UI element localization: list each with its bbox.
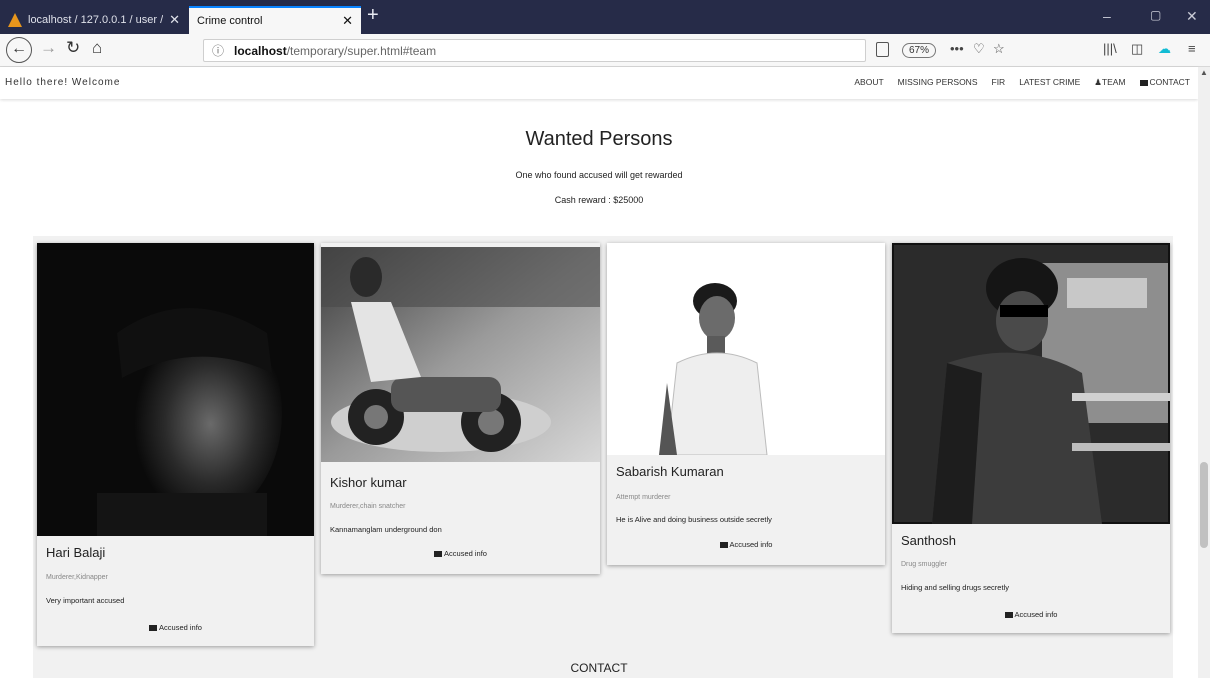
browser-nav-bar: ← → ↻ ⌂ ⓘ localhost /temporary/super.htm… [0, 34, 1210, 67]
person-role: Drug smuggler [901, 561, 947, 568]
portrait-image [37, 243, 314, 536]
zoom-level-badge[interactable]: 67% [902, 43, 937, 58]
tab-title: Crime control [197, 15, 263, 27]
site-info-icon[interactable]: ⓘ [212, 42, 224, 59]
reward-text: Cash reward : $25000 [554, 195, 644, 205]
person-photo [607, 243, 885, 455]
menu-item-about[interactable]: ABOUT [854, 77, 883, 88]
new-tab-button[interactable]: + [367, 4, 379, 27]
forward-button[interactable]: → [40, 38, 57, 58]
envelope-icon [434, 551, 443, 557]
contact-section-title: CONTACT [570, 661, 628, 675]
accused-info-link[interactable]: Accused info [607, 540, 885, 549]
page-actions-icon[interactable]: ••• [950, 41, 964, 56]
menu-item-latest-crime[interactable]: LATEST CRIME [1019, 77, 1080, 88]
scroll-up-arrow-icon[interactable]: ▲ [1200, 68, 1208, 77]
person-photo [37, 243, 314, 536]
menu-item-missing-persons[interactable]: MISSING PERSONS [898, 77, 978, 88]
site-brand[interactable]: Hello there! Welcome [5, 77, 120, 88]
portrait-image [607, 243, 885, 455]
menu-icon[interactable]: ≡ [1188, 41, 1196, 56]
person-role: Murderer,chain snatcher [330, 503, 406, 510]
maximize-button[interactable]: ▢ [1150, 8, 1161, 22]
site-header: Hello there! Welcome ABOUT MISSING PERSO… [0, 67, 1198, 99]
close-window-button[interactable]: ✕ [1186, 8, 1198, 25]
person-name: Hari Balaji [46, 545, 106, 560]
person-role: Attempt murderer [616, 494, 671, 501]
page-scrollbar[interactable] [1198, 67, 1210, 678]
reader-view-icon[interactable] [876, 42, 889, 57]
envelope-icon [1139, 80, 1148, 86]
accused-info-link[interactable]: Accused info [37, 623, 314, 632]
envelope-icon [719, 542, 728, 548]
person-card: Sabarish Kumaran Attempt murderer He is … [607, 243, 885, 565]
menu-item-label: TEAM [1101, 77, 1126, 87]
url-path: /temporary/super.html#team [286, 43, 437, 58]
close-tab-icon[interactable]: ✕ [342, 13, 353, 29]
scrollbar-thumb[interactable] [1200, 462, 1208, 548]
menu-item-team[interactable]: ♟TEAM [1094, 77, 1125, 88]
site-menu: ABOUT MISSING PERSONS FIR LATEST CRIME ♟… [854, 77, 1190, 88]
cloud-icon[interactable]: ☁ [1158, 41, 1171, 57]
person-description: He is Alive and doing business outside s… [616, 515, 772, 524]
accused-info-label: Accused info [444, 549, 487, 558]
person-name: Santhosh [901, 533, 956, 548]
person-card: Hari Balaji Murderer,Kidnapper Very impo… [37, 243, 314, 646]
person-role: Murderer,Kidnapper [46, 574, 108, 581]
person-name: Kishor kumar [330, 475, 407, 490]
person-card: Kishor kumar Murderer,chain snatcher Kan… [321, 243, 600, 574]
envelope-icon [149, 625, 158, 631]
tab-title: localhost / 127.0.0.1 / user / m [28, 14, 164, 26]
person-photo [321, 247, 600, 462]
menu-item-fir[interactable]: FIR [992, 77, 1006, 88]
accused-info-link[interactable]: Accused info [892, 610, 1170, 619]
section-title: Wanted Persons [525, 128, 673, 150]
back-button[interactable]: ← [6, 37, 32, 63]
accused-info-label: Accused info [159, 623, 202, 632]
sidebar-icon[interactable]: ◫ [1131, 41, 1143, 57]
url-bar[interactable]: ⓘ localhost /temporary/super.html#team [203, 39, 866, 62]
minimize-button[interactable]: – [1103, 8, 1111, 24]
person-description: Kannamanglam underground don [330, 525, 442, 534]
accused-info-label: Accused info [729, 540, 773, 549]
url-host: localhost [234, 43, 287, 58]
mall-photo-image [892, 243, 1170, 524]
section-subtitle: One who found accused will get rewarded [515, 170, 683, 180]
browser-tab-strip: localhost / 127.0.0.1 / user / m ✕ Crime… [0, 0, 1210, 34]
tab-phpmyadmin[interactable]: localhost / 127.0.0.1 / user / m ✕ [0, 6, 188, 34]
person-card: Santhosh Drug smuggler Hiding and sellin… [892, 243, 1170, 633]
envelope-icon [1004, 612, 1013, 618]
reload-icon[interactable]: ↻ [66, 38, 80, 58]
menu-item-contact[interactable]: CONTACT [1139, 77, 1190, 88]
library-icon[interactable]: |||\ [1103, 41, 1117, 56]
person-description: Very important accused [46, 596, 125, 605]
home-icon[interactable]: ⌂ [92, 38, 102, 58]
motorbike-photo-image [321, 247, 600, 462]
pocket-icon[interactable]: ♡ [973, 41, 985, 57]
bookmark-star-icon[interactable]: ☆ [993, 41, 1005, 57]
menu-item-label: CONTACT [1149, 77, 1190, 87]
person-name: Sabarish Kumaran [616, 464, 724, 479]
person-photo [892, 243, 1170, 524]
accused-info-label: Accused info [1014, 610, 1058, 619]
tab-crime-control[interactable]: Crime control ✕ [189, 6, 361, 34]
accused-info-link[interactable]: Accused info [321, 549, 600, 558]
close-tab-icon[interactable]: ✕ [169, 12, 180, 28]
person-description: Hiding and selling drugs secretly [901, 583, 1009, 592]
phpmyadmin-favicon-icon [8, 13, 22, 27]
user-icon: ♟ [1094, 77, 1102, 87]
